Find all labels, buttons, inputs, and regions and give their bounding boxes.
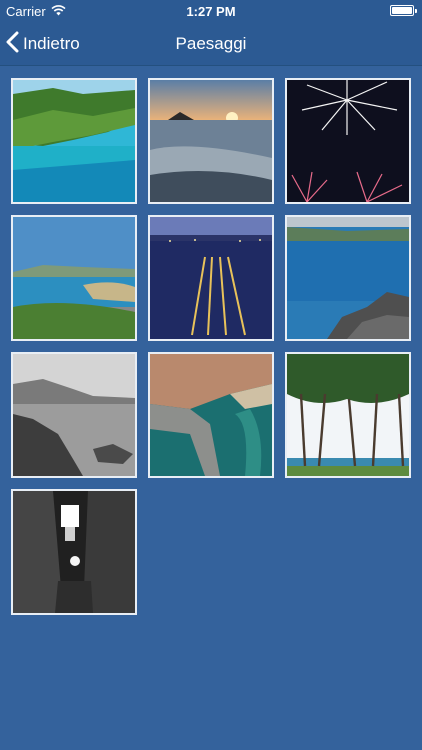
- photo-thumbnail[interactable]: [11, 78, 137, 204]
- photo-thumbnail[interactable]: [285, 78, 411, 204]
- photo-thumbnail[interactable]: [11, 215, 137, 341]
- photo-thumbnail[interactable]: [148, 78, 274, 204]
- photo-thumbnail[interactable]: [11, 352, 137, 478]
- status-time: 1:27 PM: [186, 4, 236, 19]
- photo-thumbnail[interactable]: [285, 352, 411, 478]
- photo-thumbnail[interactable]: [148, 215, 274, 341]
- photo-thumbnail[interactable]: [148, 352, 274, 478]
- photo-grid: [11, 78, 411, 615]
- navigation-bar: Indietro Paesaggi: [0, 22, 422, 66]
- page-title: Paesaggi: [175, 34, 247, 53]
- battery-icon: [390, 5, 417, 16]
- photo-thumbnail[interactable]: [285, 215, 411, 341]
- photo-thumbnail[interactable]: [11, 489, 137, 615]
- status-bar: Carrier 1:27 PM: [0, 0, 422, 22]
